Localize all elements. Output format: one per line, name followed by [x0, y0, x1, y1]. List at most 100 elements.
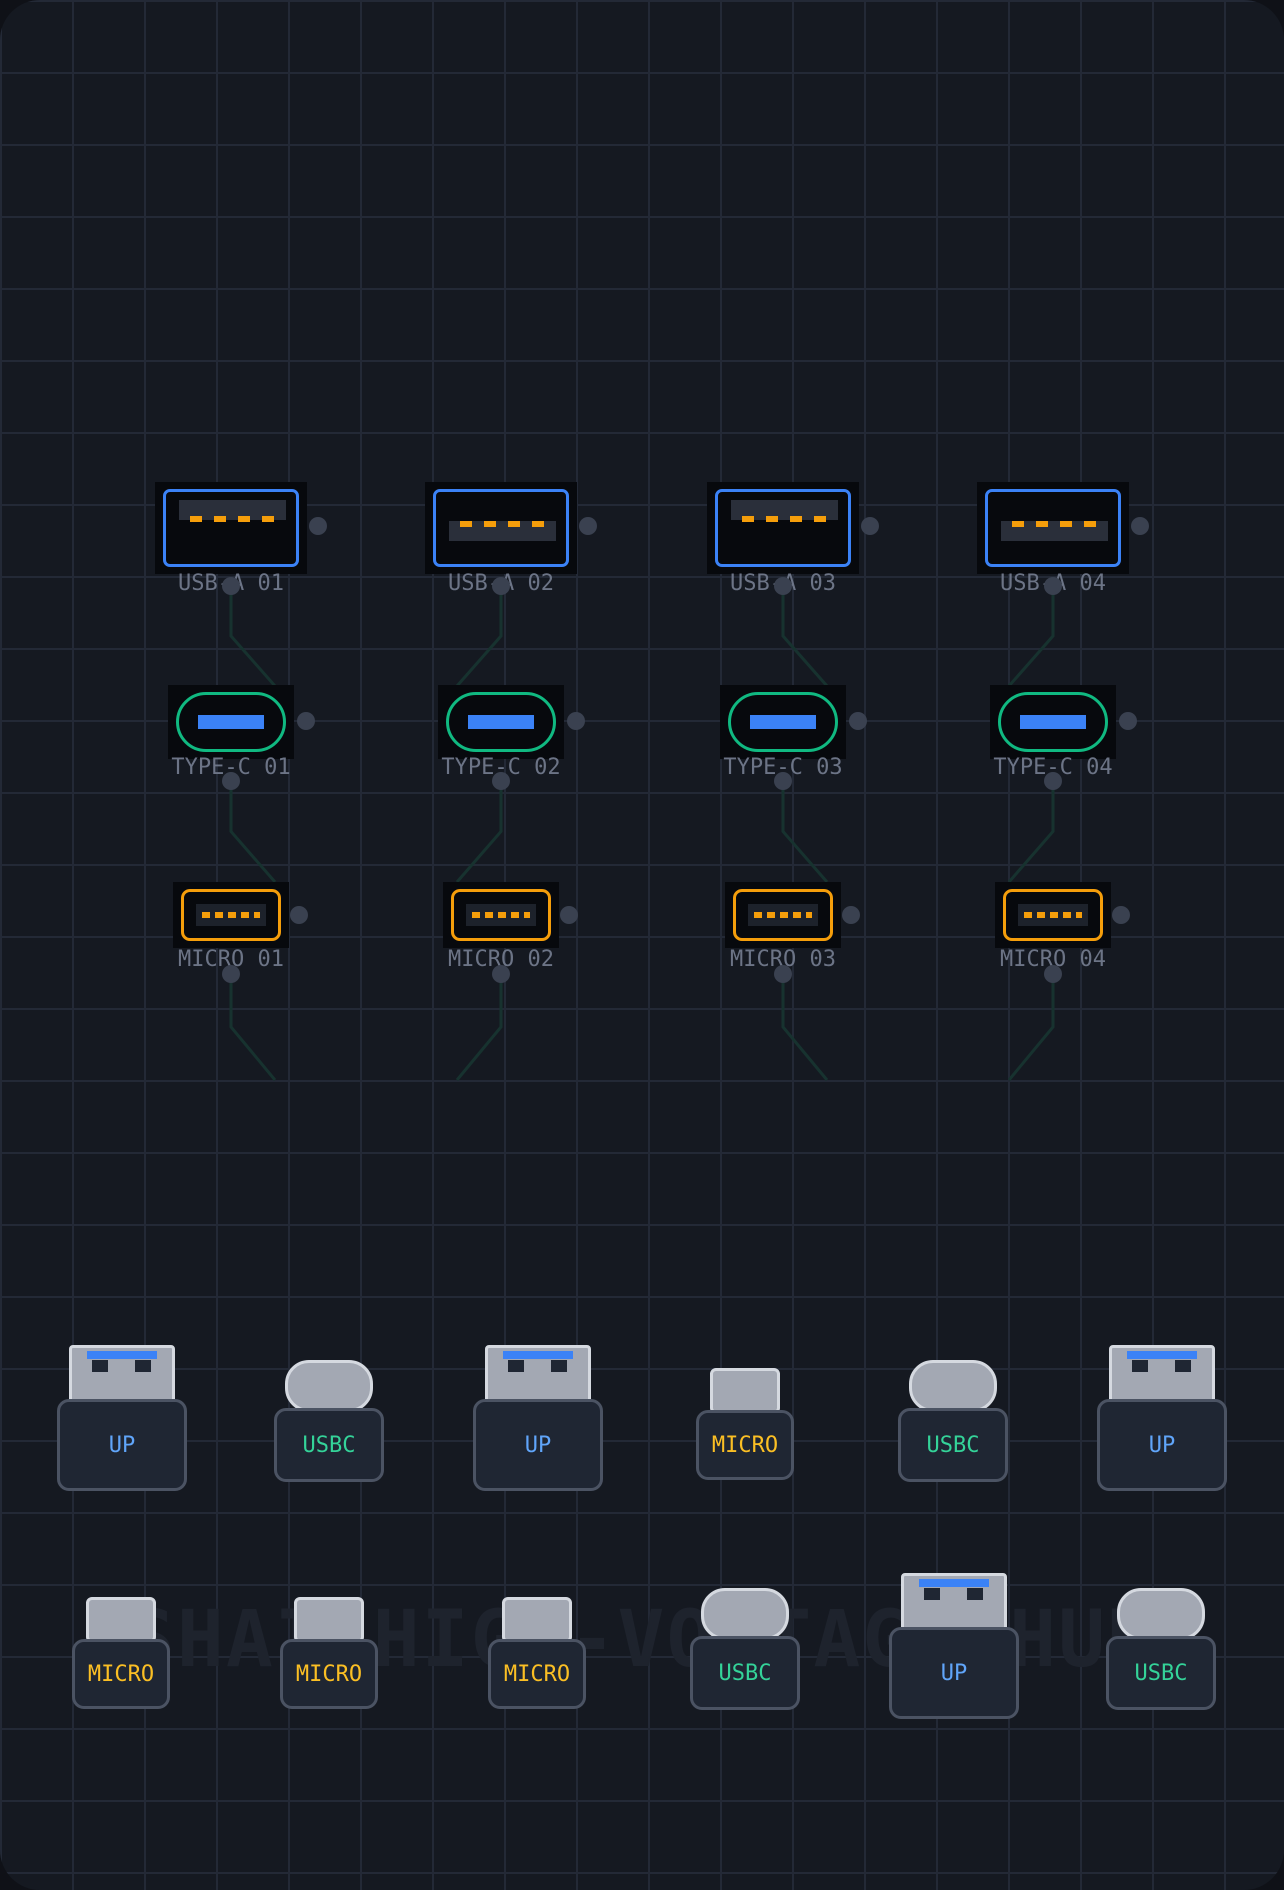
usb-c-plug-head [909, 1360, 997, 1412]
wire-node [492, 577, 510, 595]
wire-trace [781, 974, 829, 1081]
cable-plug-up[interactable]: UP [1097, 1345, 1227, 1493]
cable-plug-label: MICRO [488, 1639, 586, 1709]
wire-node [774, 772, 792, 790]
micro-cavity [466, 904, 536, 926]
micro-cavity [748, 904, 818, 926]
usb-a-socket [715, 489, 851, 567]
cable-plug-label: USBC [690, 1636, 800, 1710]
usb-a-port-01[interactable] [155, 482, 307, 574]
wire-trace [1007, 974, 1055, 1081]
usb-a-plug-stripe [87, 1351, 157, 1359]
micro-port-02[interactable] [443, 882, 559, 948]
cable-plug-up[interactable]: UP [889, 1573, 1019, 1721]
usb-a-plug-hole [551, 1360, 567, 1372]
usb-a-pins [742, 516, 826, 522]
micro-plug-head [294, 1597, 364, 1643]
type-c-tongue [750, 715, 816, 729]
cable-plug-label: USBC [898, 1408, 1008, 1482]
cable-plug-label: MICRO [696, 1410, 794, 1480]
cable-plug-usbc[interactable]: USBC [898, 1360, 1008, 1484]
wire-trace [455, 586, 503, 687]
usb-c-plug-head [701, 1588, 789, 1640]
micro-port-03[interactable] [725, 882, 841, 948]
usb-a-01-status-led [309, 517, 327, 535]
cable-plug-micro[interactable]: MICRO [696, 1368, 794, 1482]
usb-a-pins [190, 516, 274, 522]
wire-node [492, 965, 510, 983]
usb-a-plug-head [1109, 1345, 1215, 1403]
wire-node [774, 577, 792, 595]
micro-port-01[interactable] [173, 882, 289, 948]
cable-plug-up[interactable]: UP [57, 1345, 187, 1493]
usb-a-socket [163, 489, 299, 567]
usb-a-plug-hole [135, 1360, 151, 1372]
usb-a-plug-stripe [503, 1351, 573, 1359]
wire-node [492, 772, 510, 790]
cable-plug-usbc[interactable]: USBC [690, 1588, 800, 1712]
wire-node [1044, 965, 1062, 983]
usb-a-port-04[interactable] [977, 482, 1129, 574]
usb-a-plug-head [901, 1573, 1007, 1631]
wire-node [222, 965, 240, 983]
micro-pins [472, 912, 530, 918]
usb-a-socket [985, 489, 1121, 567]
micro-pins [754, 912, 812, 918]
micro-plug-head [86, 1597, 156, 1643]
cable-plug-micro[interactable]: MICRO [72, 1597, 170, 1711]
usb-a-04-status-led [1131, 517, 1149, 535]
cable-plug-usbc[interactable]: USBC [274, 1360, 384, 1484]
micro-port-04[interactable] [995, 882, 1111, 948]
type-c-port-02[interactable] [438, 685, 564, 759]
micro-plug-head [710, 1368, 780, 1414]
type-c-socket [998, 692, 1108, 752]
wire-trace [229, 974, 277, 1081]
wire-node [1044, 772, 1062, 790]
micro-cavity [196, 904, 266, 926]
wire-trace [781, 781, 829, 883]
micro-plug-head [502, 1597, 572, 1643]
cable-plug-usbc[interactable]: USBC [1106, 1588, 1216, 1712]
type-c-port-04[interactable] [990, 685, 1116, 759]
type-c-tongue [198, 715, 264, 729]
cable-plug-micro[interactable]: MICRO [280, 1597, 378, 1711]
micro-socket [181, 889, 281, 941]
wire-trace [229, 586, 277, 687]
type-c-01-status-led [297, 712, 315, 730]
usb-a-02-status-led [579, 517, 597, 535]
cable-plug-label: MICRO [72, 1639, 170, 1709]
cable-plug-label: UP [889, 1627, 1019, 1719]
wire-trace [1007, 586, 1055, 687]
usb-a-port-02[interactable] [425, 482, 577, 574]
cable-plug-up[interactable]: UP [473, 1345, 603, 1493]
wire-node [222, 772, 240, 790]
type-c-port-03[interactable] [720, 685, 846, 759]
usb-a-plug-hole [924, 1588, 940, 1600]
wire-trace [1007, 781, 1055, 883]
micro-01-status-led [290, 906, 308, 924]
usb-a-port-03[interactable] [707, 482, 859, 574]
usb-a-plug-hole [967, 1588, 983, 1600]
micro-pins [1024, 912, 1082, 918]
micro-04-status-led [1112, 906, 1130, 924]
type-c-tongue [1020, 715, 1086, 729]
micro-socket [1003, 889, 1103, 941]
cable-plug-label: UP [1097, 1399, 1227, 1491]
type-c-03-status-led [849, 712, 867, 730]
usb-c-plug-head [1117, 1588, 1205, 1640]
cable-plug-label: MICRO [280, 1639, 378, 1709]
type-c-port-01[interactable] [168, 685, 294, 759]
usb-a-plug-hole [1132, 1360, 1148, 1372]
cable-plug-label: UP [57, 1399, 187, 1491]
micro-pins [202, 912, 260, 918]
wire-traces [229, 586, 1055, 1081]
usb-a-plug-stripe [1127, 1351, 1197, 1359]
usb-a-plug-hole [92, 1360, 108, 1372]
game-board: SHAI HIGH-VOLTAGE HUB USB-A 01 USB-A 02 … [0, 0, 1284, 1890]
usb-c-plug-head [285, 1360, 373, 1412]
usb-a-plug-head [69, 1345, 175, 1403]
micro-socket [451, 889, 551, 941]
cable-plug-micro[interactable]: MICRO [488, 1597, 586, 1711]
type-c-socket [446, 692, 556, 752]
usb-a-03-status-led [861, 517, 879, 535]
